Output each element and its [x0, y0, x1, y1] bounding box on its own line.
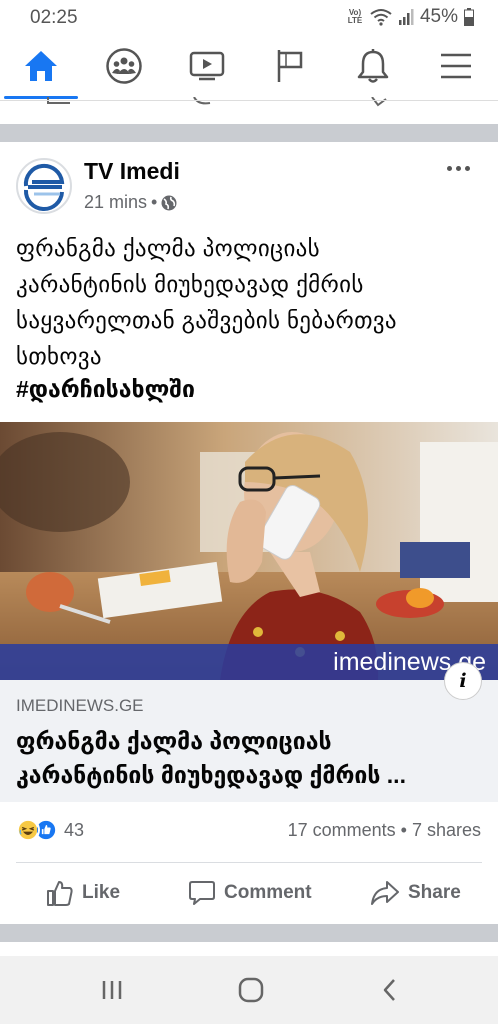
- android-navigation-bar: [0, 956, 498, 1024]
- volte-indicator: Vo) LTE: [347, 8, 363, 25]
- thumbs-up-icon: [47, 881, 73, 906]
- woman-on-phone-photo: [0, 422, 498, 680]
- post-options-button[interactable]: [440, 156, 476, 180]
- post-text-line: ფრანგმა ქალმა პოლიციას: [16, 235, 320, 261]
- nav-pages[interactable]: [270, 46, 310, 86]
- comments-shares-count[interactable]: 17 comments • 7 shares: [288, 820, 481, 841]
- imedi-logo-icon: [20, 162, 68, 212]
- page-avatar[interactable]: [16, 158, 72, 214]
- battery-percent: 45%: [419, 6, 458, 27]
- post-time[interactable]: 21 mins: [84, 192, 147, 213]
- comment-button[interactable]: Comment: [188, 875, 312, 911]
- previous-post-peek: [0, 96, 498, 108]
- link-preview-box[interactable]: IMEDINEWS.GE ფრანგმა ქალმა პოლიციას კარა…: [0, 680, 498, 802]
- post-text: ფრანგმა ქალმა პოლიციას კარანტინის მიუხედ…: [16, 230, 486, 374]
- post-text-line: სთხოვა: [16, 343, 102, 369]
- home-icon: [25, 51, 57, 81]
- previous-post-actions-icons: [47, 96, 387, 107]
- link-preview-image[interactable]: imedinews.ge: [0, 422, 498, 680]
- link-title-line: კარანტინის მიუხედავად ქმრის ...: [16, 762, 406, 788]
- comment-bubble-icon: [189, 881, 215, 905]
- feed-separator: [0, 924, 498, 942]
- nav-groups[interactable]: [104, 46, 144, 86]
- post-meta: 21 mins •: [84, 192, 177, 213]
- like-label: Like: [82, 882, 121, 903]
- share-label: Share: [408, 882, 461, 903]
- nav-divider: [0, 100, 498, 101]
- post-text-line: საყვარელთან გაშვების ნებართვა: [16, 307, 397, 333]
- android-home-button[interactable]: [233, 974, 269, 1006]
- reaction-count: 43: [64, 819, 85, 840]
- comment-label: Comment: [224, 882, 312, 903]
- more-dots-icon: [446, 165, 452, 171]
- link-domain: IMEDINEWS.GE: [16, 696, 144, 715]
- groups-icon: [106, 48, 142, 84]
- globe-icon: [161, 195, 177, 210]
- nav-home[interactable]: [21, 46, 61, 86]
- watch-video-icon: [189, 51, 225, 81]
- nav-notifications[interactable]: [353, 46, 393, 86]
- bell-icon: [357, 49, 389, 83]
- feed-post: TV Imedi 21 mins • ფრანგმა ქალმა პოლიცია…: [0, 142, 498, 924]
- hashtag-link[interactable]: #დარჩისახლში: [16, 376, 195, 403]
- flag-icon: [277, 50, 303, 82]
- top-nav-bar: [0, 34, 498, 100]
- info-icon: i: [459, 670, 467, 692]
- signal-icon: [398, 9, 414, 25]
- status-icons: Vo) LTE 45%: [346, 6, 474, 28]
- actions-divider: [16, 862, 482, 863]
- ad-info-button[interactable]: i: [444, 662, 482, 700]
- nav-watch[interactable]: [187, 46, 227, 86]
- nav-menu[interactable]: [436, 46, 476, 86]
- recent-apps-button[interactable]: [94, 974, 130, 1006]
- link-title: ფრანგმა ქალმა პოლიციას კარანტინის მიუხედ…: [16, 724, 484, 792]
- like-button[interactable]: Like: [46, 875, 120, 911]
- feed-separator: [0, 124, 498, 142]
- status-bar: 02:25 Vo) LTE 45%: [0, 0, 498, 34]
- wifi-icon: [370, 9, 392, 26]
- meta-dot: •: [151, 192, 158, 212]
- post-text-line: კარანტინის მიუხედავად ქმრის: [16, 271, 364, 297]
- back-icon: [383, 979, 395, 1001]
- more-dot: [464, 165, 470, 171]
- link-title-line: ფრანგმა ქალმა პოლიციას: [16, 728, 332, 754]
- page-name[interactable]: TV Imedi: [84, 158, 180, 185]
- more-dot: [455, 165, 461, 171]
- home-circle-icon: [238, 977, 264, 1003]
- share-arrow-icon: [371, 881, 399, 905]
- share-button[interactable]: Share: [370, 875, 461, 911]
- recent-apps-icon: [102, 981, 122, 999]
- back-button[interactable]: [372, 974, 408, 1006]
- battery-icon: [464, 8, 474, 26]
- next-post-peek: [0, 942, 498, 956]
- reactions-summary[interactable]: 43: [16, 818, 84, 842]
- status-time: 02:25: [30, 7, 78, 28]
- hamburger-menu-icon: [441, 53, 471, 79]
- haha-reaction-icon: [16, 818, 40, 842]
